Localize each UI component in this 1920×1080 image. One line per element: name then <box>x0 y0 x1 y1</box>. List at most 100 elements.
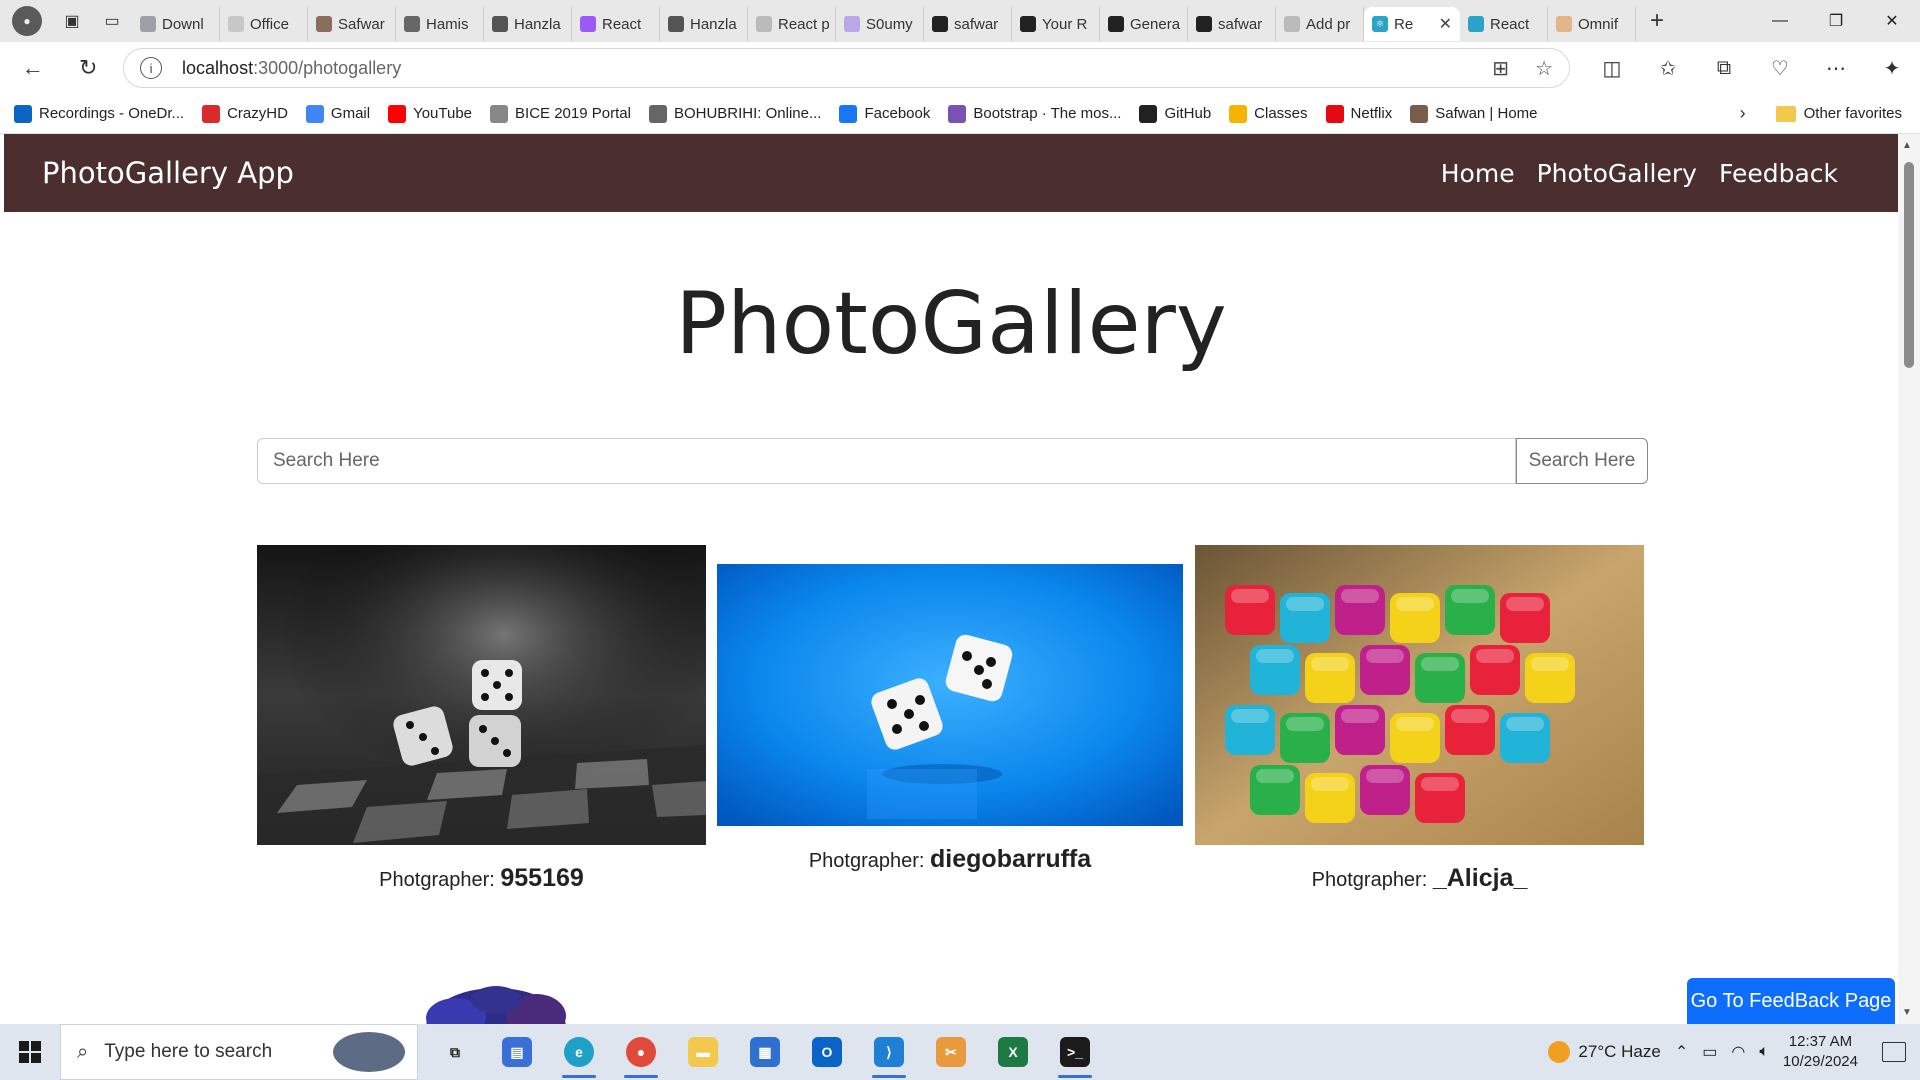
page-scrollbar[interactable]: ▲ ▼ <box>1898 134 1920 1024</box>
task-view-button[interactable]: ⧉ <box>424 1024 486 1080</box>
scroll-down-icon[interactable]: ▼ <box>1902 1007 1912 1018</box>
taskbar-clock[interactable]: 12:37 AM 10/29/2024 <box>1783 1032 1858 1072</box>
taskbar-app-vscode[interactable]: ⟩ <box>858 1024 920 1080</box>
taskbar-app-terminal[interactable]: >_ <box>1044 1024 1106 1080</box>
app-available-icon[interactable]: ⊞ <box>1492 56 1509 81</box>
browser-tab[interactable]: React p <box>748 7 836 41</box>
favorite-link[interactable]: Recordings - OneDr... <box>14 104 184 123</box>
tab-favicon-icon <box>1284 16 1300 32</box>
tab-active[interactable]: ⚛ Re ✕ <box>1364 7 1460 41</box>
scrollbar-thumb[interactable] <box>1904 162 1914 368</box>
browser-tab[interactable]: Downl <box>132 7 220 41</box>
volume-icon[interactable]: 🔈︎ <box>1759 1043 1769 1061</box>
other-favorites-folder[interactable]: Other favorites <box>1775 105 1902 122</box>
google-icon <box>305 104 324 123</box>
tab-label: Omnif <box>1578 15 1619 33</box>
favorite-link[interactable]: CrazyHD <box>202 104 288 123</box>
favorite-link[interactable]: BOHUBRIHI: Online... <box>648 104 821 123</box>
cloud-icon <box>14 104 32 123</box>
taskbar-app-edge[interactable]: e <box>548 1024 610 1080</box>
favorite-link[interactable]: Netflix <box>1325 104 1392 123</box>
favorite-link[interactable]: BICE 2019 Portal <box>490 104 631 123</box>
tab-actions-icon[interactable]: ▭ <box>92 0 132 42</box>
favorite-link[interactable]: Facebook <box>839 104 930 123</box>
new-tab-button[interactable]: + <box>1636 0 1678 42</box>
minimize-button[interactable]: — <box>1752 0 1808 42</box>
taskbar-app-excel[interactable]: X <box>982 1024 1044 1080</box>
wifi-icon[interactable]: ◠ <box>1731 1042 1745 1062</box>
browser-tab[interactable]: safwar <box>924 7 1012 41</box>
search-button[interactable]: Search Here <box>1516 438 1648 484</box>
chevron-up-icon[interactable]: ⌃ <box>1675 1042 1688 1062</box>
browser-tab[interactable]: Safwar <box>308 7 396 41</box>
taskbar-app-chrome[interactable]: ● <box>610 1024 672 1080</box>
browser-essentials-icon[interactable]: ♡ <box>1752 45 1808 91</box>
browser-tab[interactable]: Hanzla <box>484 7 572 41</box>
collections-icon[interactable]: ⧉ <box>1696 45 1752 91</box>
profile-avatar[interactable]: ● <box>12 6 42 36</box>
weather-widget[interactable]: 27°C Haze <box>1548 1041 1661 1063</box>
taskbar-app-explorer[interactable]: ▬ <box>672 1024 734 1080</box>
browser-tab[interactable]: Hamis <box>396 7 484 41</box>
search-input[interactable] <box>257 438 1516 484</box>
taskbar-app-outlook[interactable]: O <box>796 1024 858 1080</box>
browser-tab[interactable]: Hanzla <box>660 7 748 41</box>
start-button[interactable] <box>0 1024 60 1080</box>
photo-caption: Photgrapher: 955169 <box>379 864 584 892</box>
favorite-link[interactable]: Classes <box>1229 104 1308 123</box>
taskbar-app-snipping[interactable]: ✂ <box>920 1024 982 1080</box>
favorite-star-icon[interactable]: ☆ <box>1535 56 1553 81</box>
vscode-icon: ⟩ <box>874 1037 904 1067</box>
browser-tab[interactable]: Your R <box>1012 7 1100 41</box>
favorites-icon[interactable]: ✩ <box>1640 45 1696 91</box>
tab-label: Office <box>250 15 289 33</box>
address-bar[interactable]: i localhost:3000/photogallery ⊞ ☆ <box>123 48 1570 88</box>
more-menu-icon[interactable]: ⋯ <box>1808 45 1864 91</box>
refresh-button[interactable]: ↻ <box>66 45 112 91</box>
search-highlight-image <box>333 1032 405 1072</box>
nav-link-photogallery[interactable]: PhotoGallery <box>1537 159 1697 188</box>
browser-tab[interactable]: Add pr <box>1276 7 1364 41</box>
copilot-icon[interactable]: ✦ <box>1864 45 1920 91</box>
favorite-link[interactable]: Bootstrap · The mos... <box>948 104 1121 123</box>
favorite-link[interactable]: Safwan | Home <box>1410 104 1538 123</box>
favorite-link[interactable]: YouTube <box>388 104 472 123</box>
close-tab-icon[interactable]: ✕ <box>1439 14 1452 34</box>
browser-tab[interactable]: Office <box>220 7 308 41</box>
nav-link-feedback[interactable]: Feedback <box>1719 159 1838 188</box>
go-to-feedback-button[interactable]: Go To FeedBack Page <box>1687 978 1895 1024</box>
close-window-button[interactable]: ✕ <box>1864 0 1920 42</box>
site-info-icon[interactable]: i <box>140 57 163 79</box>
browser-tab[interactable]: Genera <box>1100 7 1188 41</box>
browser-tab[interactable]: React <box>572 7 660 41</box>
split-screen-icon[interactable]: ◫ <box>1584 45 1640 91</box>
tab-favicon-icon <box>228 16 244 32</box>
browser-tab[interactable]: S0umy <box>836 7 924 41</box>
notifications-icon[interactable] <box>1882 1042 1906 1062</box>
netflix-icon <box>1325 104 1344 123</box>
photo-card: Photgrapher: diegobarruffa <box>717 564 1183 874</box>
restore-button[interactable]: ❐ <box>1808 0 1864 42</box>
nav-link-home[interactable]: Home <box>1441 159 1515 188</box>
browser-tab[interactable]: Omnif <box>1548 7 1636 41</box>
tab-label: Safwar <box>338 15 385 33</box>
more-favorites-chevron-icon[interactable]: › <box>1740 103 1746 124</box>
weather-icon <box>1548 1041 1571 1063</box>
favorite-label: BICE 2019 Portal <box>515 105 631 122</box>
gear-icon <box>490 104 509 123</box>
favorite-link[interactable]: GitHub <box>1139 104 1211 123</box>
battery-icon[interactable]: ▭ <box>1702 1042 1717 1062</box>
taskbar-app-network[interactable]: ▤ <box>486 1024 548 1080</box>
browser-tab[interactable]: safwar <box>1188 7 1276 41</box>
url-text[interactable]: localhost:3000/photogallery <box>182 58 401 79</box>
favorite-link[interactable]: Gmail <box>305 104 370 123</box>
taskbar-search[interactable]: ⌕ Type here to search <box>60 1024 418 1080</box>
taskbar-app-store[interactable]: ▦ <box>734 1024 796 1080</box>
scroll-up-icon[interactable]: ▲ <box>1902 140 1912 151</box>
browser-tab[interactable]: React <box>1460 7 1548 41</box>
back-button[interactable]: ← <box>10 45 56 91</box>
folder-icon <box>1775 105 1796 122</box>
edge-icon: e <box>564 1037 594 1067</box>
workspaces-icon[interactable]: ▣ <box>52 0 92 42</box>
navbar-brand[interactable]: PhotoGallery App <box>42 156 294 190</box>
